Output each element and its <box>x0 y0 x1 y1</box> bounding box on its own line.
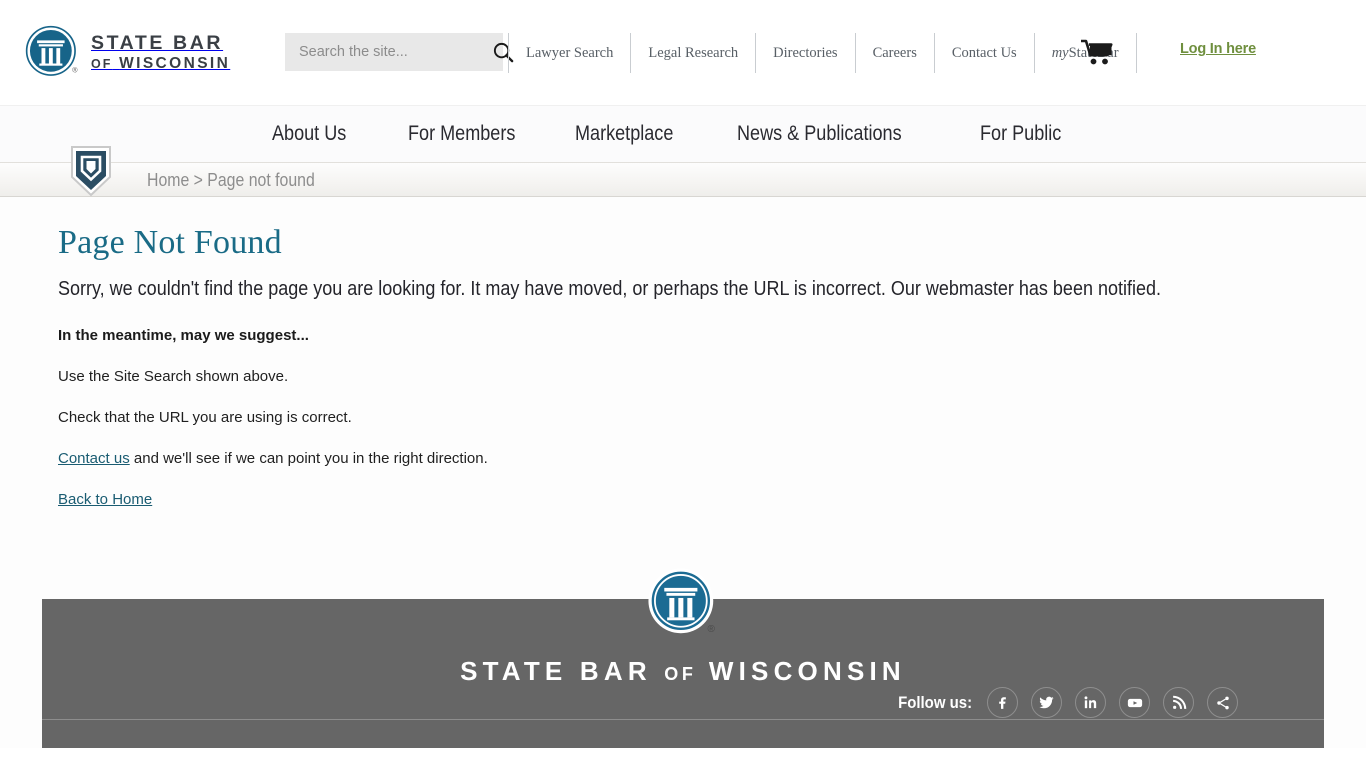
share-icon-button[interactable] <box>1207 687 1238 718</box>
error-description: Sorry, we couldn't find the page you are… <box>58 278 1162 300</box>
linkedin-icon <box>1084 696 1097 709</box>
breadcrumb-bar: Home > Page not found <box>0 146 1366 197</box>
search-input[interactable] <box>285 33 492 71</box>
social-follow-group: Follow us: <box>888 687 1238 718</box>
follow-us-label: Follow us: <box>898 692 972 712</box>
shopping-cart-icon <box>1080 39 1112 64</box>
my-prefix: my <box>1051 44 1069 61</box>
utility-link-legal-research[interactable]: Legal Research <box>631 33 757 73</box>
suggestion-contact-us: Contact us and we'll see if we can point… <box>58 426 1366 467</box>
linkedin-icon-button[interactable] <box>1075 687 1106 718</box>
contact-us-rest: and we'll see if we can point you in the… <box>129 450 488 467</box>
nav-item-for-members[interactable]: For Members <box>408 122 515 146</box>
facebook-icon-button[interactable] <box>987 687 1018 718</box>
utility-link-contact-us[interactable]: Contact Us <box>935 33 1035 73</box>
site-search[interactable] <box>285 33 514 71</box>
primary-nav: About Us For Members Marketplace News & … <box>0 105 1366 162</box>
site-header: ® STATE BAR OF WISCONSIN Lawyer Search L… <box>0 0 1366 105</box>
suggestion-use-site-search: Use the Site Search shown above. <box>58 368 289 385</box>
breadcrumb-home[interactable]: Home <box>147 170 189 190</box>
share-icon <box>1216 696 1229 709</box>
contact-us-link[interactable]: Contact us <box>58 450 130 467</box>
site-footer: ® STATE BAR OF WISCONSIN Follow us: <box>0 568 1366 748</box>
nav-item-about-us[interactable]: About Us <box>272 122 346 146</box>
nav-item-news-publications[interactable]: News & Publications <box>737 122 902 146</box>
footer-state-bar-pillar-logo-icon: ® <box>648 568 715 635</box>
state-bar-pillar-logo-icon: ® <box>25 25 78 76</box>
facebook-icon <box>999 697 1006 709</box>
utility-link-directories[interactable]: Directories <box>756 33 856 73</box>
nav-item-for-public[interactable]: For Public <box>980 122 1061 146</box>
shield-icon <box>71 146 111 197</box>
logo-line-2: OF WISCONSIN <box>91 54 231 72</box>
back-to-home-line: Back to Home <box>58 467 1366 508</box>
breadcrumb-current: Page not found <box>207 170 315 190</box>
main-content: Page Not Found Sorry, we couldn't find t… <box>0 197 1366 574</box>
log-in-link[interactable]: Log In here <box>1180 41 1256 57</box>
footer-divider <box>42 719 1324 720</box>
utility-link-careers[interactable]: Careers <box>856 33 935 73</box>
twitter-icon-button[interactable] <box>1031 687 1062 718</box>
twitter-icon <box>1039 696 1054 709</box>
suggestions-heading: In the meantime, may we suggest... <box>58 327 309 344</box>
utility-nav: Lawyer Search Legal Research Directories… <box>508 33 1137 73</box>
footer-wordmark: STATE BAR OF WISCONSIN <box>42 656 1324 687</box>
youtube-icon <box>1127 698 1142 707</box>
footer-wordmark-2: WISCONSIN <box>708 656 906 686</box>
footer-wordmark-of: OF <box>664 664 697 684</box>
nav-item-marketplace[interactable]: Marketplace <box>575 122 673 146</box>
rss-icon <box>1172 695 1186 709</box>
footer-band: ® STATE BAR OF WISCONSIN Follow us: <box>42 568 1324 748</box>
page-title: Page Not Found <box>58 224 282 261</box>
svg-text:®: ® <box>72 66 78 74</box>
svg-text:®: ® <box>707 624 715 635</box>
breadcrumb-separator: > <box>189 170 208 190</box>
rss-icon-button[interactable] <box>1163 687 1194 718</box>
back-to-home-link[interactable]: Back to Home <box>58 491 152 508</box>
suggestion-check-url: Check that the URL you are using is corr… <box>58 409 352 426</box>
logo-wordmark: STATE BAR OF WISCONSIN <box>91 33 230 72</box>
shopping-cart-button[interactable] <box>1078 36 1116 68</box>
utility-link-lawyer-search[interactable]: Lawyer Search <box>508 33 632 73</box>
youtube-icon-button[interactable] <box>1119 687 1150 718</box>
site-logo[interactable]: ® STATE BAR OF WISCONSIN <box>25 25 230 80</box>
logo-line-1: STATE BAR <box>91 32 224 55</box>
footer-wordmark-1: STATE BAR <box>460 656 652 686</box>
breadcrumb: Home > Page not found <box>147 170 315 191</box>
